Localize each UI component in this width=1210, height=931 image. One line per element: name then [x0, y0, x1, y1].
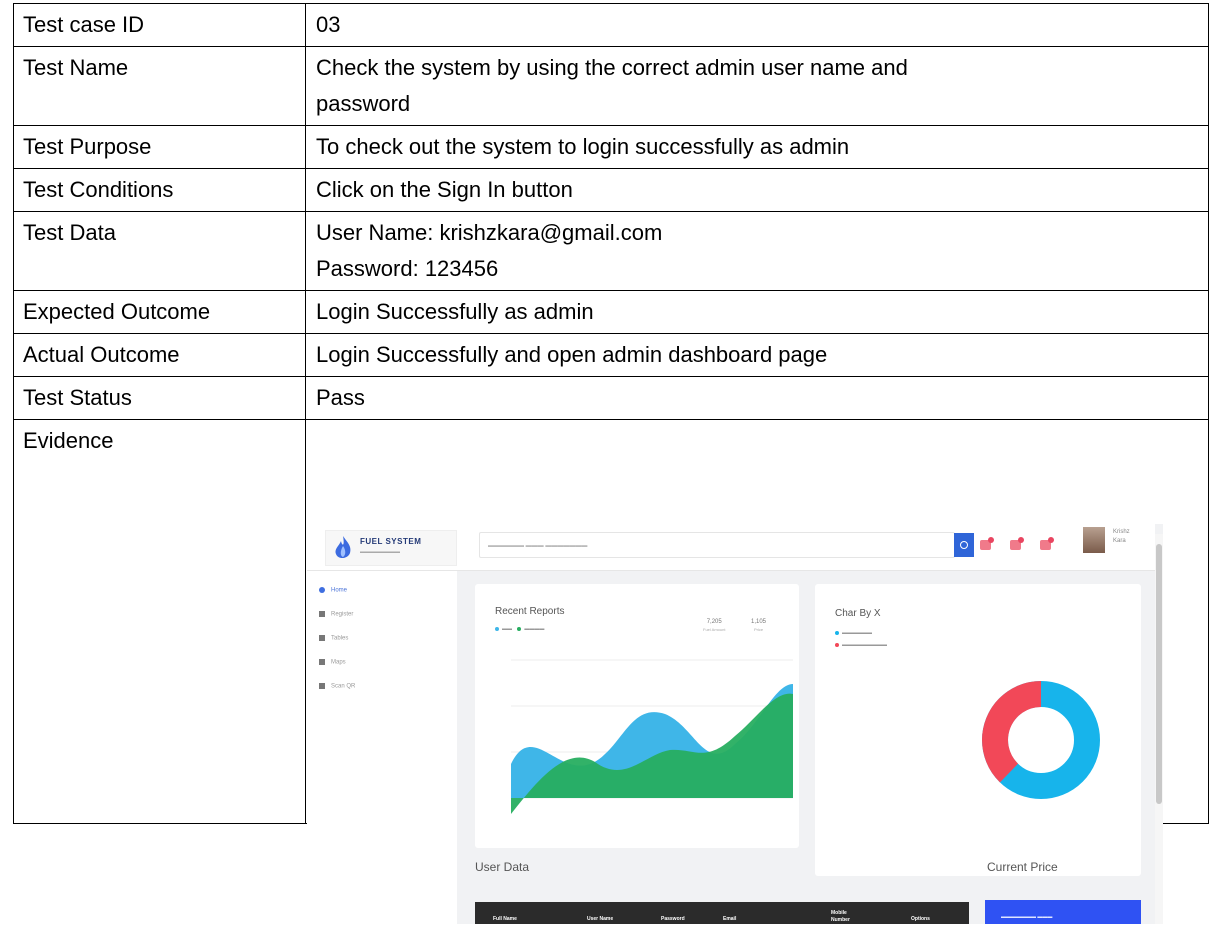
message-icon[interactable]	[1007, 534, 1025, 554]
label-cell: Test Conditions	[13, 168, 306, 212]
value-line-2: Password: 123456	[316, 256, 499, 281]
user-name[interactable]: Krishz Kara	[1113, 528, 1130, 546]
table-icon	[319, 635, 325, 641]
area-chart	[511, 659, 793, 814]
row-test-data: Test Data User Name: krishzkara@gmail.co…	[13, 211, 1209, 291]
notification-icon[interactable]	[977, 534, 995, 554]
value-cell: Login Successfully as admin	[305, 290, 1209, 334]
value-cell: Check the system by using the correct ad…	[305, 46, 1209, 126]
row-test-purpose: Test Purpose To check out the system to …	[13, 125, 1209, 169]
price-label: ▬▬▬▬▬▬▬ ▬▬▬	[1001, 914, 1053, 920]
sidebar-item-scan-qr[interactable]: Scan QR	[319, 683, 355, 690]
monitor-icon	[319, 683, 325, 689]
value-line-1: Check the system by using the correct ad…	[316, 55, 908, 80]
user-data-table-header: Full Name User Name Password Email Mobil…	[475, 902, 969, 924]
user-last-name: Kara	[1113, 538, 1126, 544]
value-cell: To check out the system to login success…	[305, 125, 1209, 169]
row-test-conditions: Test Conditions Click on the Sign In but…	[13, 168, 1209, 212]
sidebar-item-label: Home	[331, 587, 348, 594]
evidence-screenshot: FUEL SYSTEM ▬▬▬▬▬▬▬▬ ▬▬▬▬▬▬ ▬▬▬ ▬▬▬▬▬▬▬ …	[307, 524, 1163, 924]
stat-value: 1,105	[751, 619, 767, 625]
column-header: Password	[661, 916, 685, 922]
map-pin-icon	[319, 659, 325, 665]
label-cell: Expected Outcome	[13, 290, 306, 334]
row-test-name: Test Name Check the system by using the …	[13, 46, 1209, 126]
label-cell: Actual Outcome	[13, 333, 306, 377]
list-icon	[319, 611, 325, 617]
sidebar-item-label: Register	[331, 611, 354, 618]
home-icon	[319, 587, 325, 593]
sidebar-item-tables[interactable]: Tables	[319, 635, 348, 642]
avatar[interactable]	[1083, 527, 1105, 553]
column-header: Mobile Number	[831, 910, 850, 923]
stat-fuel-amount: 7,205 Fuel Amount	[703, 618, 725, 634]
label-cell: Test case ID	[13, 3, 306, 47]
row-test-case-id: Test case ID 03	[13, 3, 1209, 47]
recent-reports-card: Recent Reports ▬▬ ▬▬▬▬ 7,205 Fuel Amount …	[475, 584, 799, 848]
label-cell: Test Name	[13, 46, 306, 126]
value-cell: 03	[305, 3, 1209, 47]
sidebar: Home Register Tables Maps Scan QR	[307, 571, 457, 924]
sidebar-item-label: Scan QR	[331, 683, 356, 690]
stat-label: Price	[753, 627, 764, 632]
search-button[interactable]	[954, 533, 974, 557]
row-expected-outcome: Expected Outcome Login Successfully as a…	[13, 290, 1209, 334]
column-header: Email	[723, 916, 737, 922]
value-line-1: User Name: krishzkara@gmail.com	[316, 220, 663, 245]
sidebar-item-register[interactable]: Register	[319, 611, 353, 618]
column-header: Full Name	[493, 916, 517, 922]
alert-icon[interactable]	[1037, 534, 1055, 554]
donut-title: Char By X	[835, 608, 881, 619]
stat-price: 1,105 Price	[751, 618, 766, 634]
logo-text: FUEL SYSTEM	[360, 537, 422, 546]
column-header: Options	[911, 916, 930, 922]
label-cell: Test Status	[13, 376, 306, 420]
donut-chart	[982, 681, 1100, 799]
recent-reports-title: Recent Reports	[495, 606, 565, 617]
value-line-2: password	[316, 91, 411, 116]
row-actual-outcome: Actual Outcome Login Successfully and op…	[13, 333, 1209, 377]
value-cell: Pass	[305, 376, 1209, 420]
row-test-status: Test Status Pass	[13, 376, 1209, 420]
label-cell: Test Data	[13, 211, 306, 291]
logo-subtext: ▬▬▬▬▬▬▬▬	[360, 549, 400, 555]
scrollbar[interactable]	[1155, 534, 1163, 924]
sidebar-item-label: Maps	[331, 659, 346, 666]
value-cell: Click on the Sign In button	[305, 168, 1209, 212]
search-icon	[960, 541, 968, 549]
current-price-title: Current Price	[987, 860, 1058, 874]
label-cell: Evidence	[13, 419, 306, 824]
user-data-title: User Data	[475, 860, 530, 874]
sidebar-item-home[interactable]: Home	[319, 587, 347, 594]
value-cell: User Name: krishzkara@gmail.com Password…	[305, 211, 1209, 291]
stat-value: 7,205	[706, 619, 722, 625]
value-cell: Login Successfully and open admin dashbo…	[305, 333, 1209, 377]
sidebar-item-maps[interactable]: Maps	[319, 659, 346, 666]
sidebar-item-label: Tables	[331, 635, 349, 642]
stat-label: Fuel Amount	[703, 627, 726, 632]
user-first-name: Krishz	[1113, 529, 1130, 535]
flame-icon	[335, 536, 351, 559]
topbar: FUEL SYSTEM ▬▬▬▬▬▬▬▬ ▬▬▬▬▬▬ ▬▬▬ ▬▬▬▬▬▬▬ …	[307, 524, 1155, 571]
logo: FUEL SYSTEM ▬▬▬▬▬▬▬▬	[325, 530, 457, 566]
column-header: User Name	[587, 916, 614, 922]
search-input[interactable]: ▬▬▬▬▬▬ ▬▬▬ ▬▬▬▬▬▬▬	[479, 532, 955, 558]
donut-card: Char By X ▬▬▬▬▬▬ ▬▬▬▬▬▬▬▬▬	[815, 584, 1141, 876]
label-cell: Test Purpose	[13, 125, 306, 169]
current-price-box: ▬▬▬▬▬▬▬ ▬▬▬	[985, 900, 1141, 924]
chart-legend: ▬▬ ▬▬▬▬	[495, 626, 544, 632]
donut-legend-item: ▬▬▬▬▬▬	[835, 630, 872, 636]
donut-legend-item: ▬▬▬▬▬▬▬▬▬	[835, 642, 887, 648]
